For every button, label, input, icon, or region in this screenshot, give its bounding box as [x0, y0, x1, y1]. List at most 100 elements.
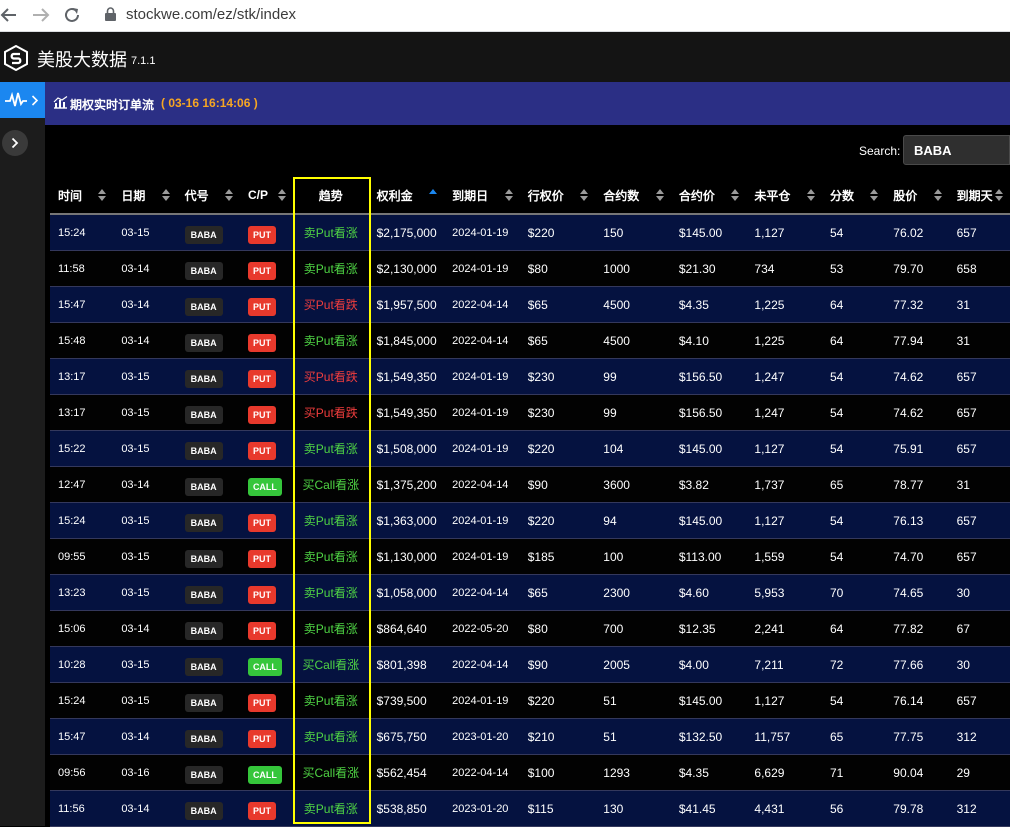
column-header[interactable]: 到期日 [444, 177, 520, 215]
sort-arrows-icon[interactable] [655, 188, 665, 202]
table-row[interactable]: 15:22 03-15 BABA PUT 卖Put看涨 $1,508,000 2024-01… [50, 430, 1010, 467]
column-header[interactable]: 日期 [113, 177, 177, 215]
address-bar-url[interactable]: stockwe.com/ez/stk/index [126, 6, 296, 23]
premium-cell: $1,508,000 [368, 430, 445, 467]
table-row[interactable]: 15:06 03-14 BABA PUT 卖Put看涨 $864,640 2022-05-2… [50, 610, 1010, 647]
table-row[interactable]: 13:17 03-15 BABA PUT 买Put看跌 $1,549,350 2024-01… [50, 394, 1010, 431]
expand-sidebar-button[interactable] [2, 130, 28, 156]
table-row[interactable]: 15:48 03-14 BABA PUT 卖Put看涨 $1,845,000 2022-04… [50, 322, 1010, 359]
table-row[interactable]: 15:24 03-15 BABA PUT 卖Put看涨 $2,175,000 2024-01… [50, 214, 1010, 251]
column-header-label: 合约价 [678, 188, 715, 203]
symbol-cell: BABA [176, 466, 240, 503]
table-row[interactable]: 13:17 03-15 BABA PUT 买Put看跌 $1,549,350 2024-01… [50, 358, 1010, 395]
symbol-badge[interactable]: BABA [184, 513, 223, 532]
strike-cell: $90 [519, 466, 596, 503]
stock-price-cell: 74.62 [885, 358, 949, 395]
symbol-badge[interactable]: BABA [184, 261, 223, 280]
date-cell: 03-15 [113, 682, 177, 719]
premium-cell: $1,845,000 [368, 322, 445, 359]
search-input[interactable] [903, 135, 1010, 165]
symbol-badge[interactable]: BABA [184, 441, 223, 460]
sort-arrows-icon[interactable] [504, 188, 514, 202]
contracts-cell: 100 [595, 538, 671, 575]
premium-cell: $675,750 [368, 718, 445, 755]
column-header[interactable]: C/P [239, 177, 294, 215]
strike-cell: $115 [519, 790, 596, 827]
sort-arrows-icon[interactable] [579, 188, 589, 202]
strike-cell: $80 [519, 610, 596, 647]
symbol-badge[interactable]: BABA [184, 405, 223, 424]
column-header[interactable]: 到期天 [948, 177, 1010, 215]
table-row[interactable]: 12:47 03-14 BABA CALL 买Call看涨 $1,375,200 2022-… [50, 466, 1010, 503]
column-header[interactable]: 趋势 [293, 177, 369, 215]
table-row[interactable]: 13:23 03-15 BABA PUT 卖Put看涨 $1,058,000 2022-04… [50, 574, 1010, 611]
table-row[interactable]: 15:24 03-15 BABA PUT 卖Put看涨 $739,500 2024-01-1… [50, 682, 1010, 719]
sort-arrows-icon[interactable] [806, 188, 816, 202]
table-row[interactable]: 15:24 03-15 BABA PUT 卖Put看涨 $1,363,000 2024-01… [50, 502, 1010, 539]
column-header[interactable]: 股价 [885, 177, 949, 215]
symbol-badge[interactable]: BABA [184, 621, 223, 640]
symbol-badge[interactable]: BABA [184, 585, 223, 604]
reload-icon[interactable] [61, 4, 83, 26]
pulse-icon [5, 91, 27, 107]
symbol-badge[interactable]: BABA [184, 801, 223, 820]
option-type-badge: PUT [247, 585, 276, 604]
left-rail [0, 82, 45, 826]
days-to-expiry-cell: 29 [948, 754, 1010, 791]
symbol-badge[interactable]: BABA [184, 297, 223, 316]
expiry-cell: 2023-01-20 [444, 790, 520, 827]
table-row[interactable]: 15:47 03-14 BABA PUT 卖Put看涨 $675,750 2023-01-2… [50, 718, 1010, 755]
sort-arrows-icon[interactable] [161, 188, 171, 202]
sort-arrows-icon[interactable] [224, 188, 234, 202]
sort-arrows-icon[interactable] [730, 188, 740, 202]
column-header[interactable]: 行权价 [519, 177, 596, 215]
column-header-label: C/P [247, 188, 268, 202]
column-header[interactable]: 合约数 [595, 177, 671, 215]
arrow-right-icon[interactable] [30, 4, 52, 26]
rail-item-orderflow[interactable] [0, 82, 45, 118]
symbol-badge[interactable]: BABA [184, 333, 223, 352]
table-row[interactable]: 09:55 03-15 BABA PUT 卖Put看涨 $1,130,000 2024-01… [50, 538, 1010, 575]
date-cell: 03-16 [113, 754, 177, 791]
premium-cell: $1,957,500 [368, 286, 445, 323]
sort-arrows-icon[interactable] [97, 188, 107, 202]
symbol-badge[interactable]: BABA [184, 225, 223, 244]
table-row[interactable]: 11:58 03-14 BABA PUT 卖Put看涨 $2,130,000 2024-01… [50, 250, 1010, 287]
premium-cell: $562,454 [368, 754, 445, 791]
table-row[interactable]: 10:28 03-15 BABA CALL 买Call看涨 $801,398 2022-04… [50, 646, 1010, 683]
panel-timestamp: ( 03-16 16:14:06 ) [161, 96, 258, 110]
expiry-cell: 2024-01-19 [444, 214, 520, 251]
search-label: Search: [859, 144, 901, 158]
symbol-badge[interactable]: BABA [184, 765, 223, 784]
column-header[interactable]: 合约价 [670, 177, 747, 215]
column-header[interactable]: 时间 [50, 177, 114, 215]
symbol-badge[interactable]: BABA [184, 369, 223, 388]
symbol-badge[interactable]: BABA [184, 477, 223, 496]
arrow-left-icon[interactable] [0, 4, 22, 26]
symbol-badge[interactable]: BABA [184, 549, 223, 568]
symbol-cell: BABA [176, 574, 240, 611]
cp-cell: CALL [239, 466, 294, 503]
days-to-expiry-cell: 30 [948, 574, 1010, 611]
sort-arrows-icon[interactable] [994, 188, 1004, 202]
column-header[interactable]: 分数 [821, 177, 886, 215]
sort-arrows-icon[interactable] [933, 188, 943, 202]
symbol-badge[interactable]: BABA [184, 693, 223, 712]
score-cell: 54 [821, 214, 886, 251]
symbol-badge[interactable]: BABA [184, 729, 223, 748]
column-header[interactable]: 代号 [176, 177, 240, 215]
premium-cell: $864,640 [368, 610, 445, 647]
sort-arrows-icon[interactable] [869, 188, 879, 202]
sort-arrows-icon[interactable] [277, 188, 287, 202]
table-row[interactable]: 09:56 03-16 BABA CALL 买Call看涨 $562,454 2022-04… [50, 754, 1010, 791]
column-header[interactable]: 权利金 [368, 177, 445, 215]
table-row[interactable]: 11:56 03-14 BABA PUT 卖Put看涨 $538,850 2023-01-2… [50, 790, 1010, 827]
symbol-badge[interactable]: BABA [184, 657, 223, 676]
lock-icon[interactable] [104, 7, 117, 22]
contract-price-cell: $156.50 [670, 358, 747, 395]
table-row[interactable]: 15:47 03-14 BABA PUT 买Put看跌 $1,957,500 2022-04… [50, 286, 1010, 323]
sort-arrows-icon[interactable] [428, 188, 438, 202]
strike-cell: $65 [519, 574, 596, 611]
column-header[interactable]: 未平仓 [746, 177, 822, 215]
option-type-badge: PUT [247, 225, 276, 244]
